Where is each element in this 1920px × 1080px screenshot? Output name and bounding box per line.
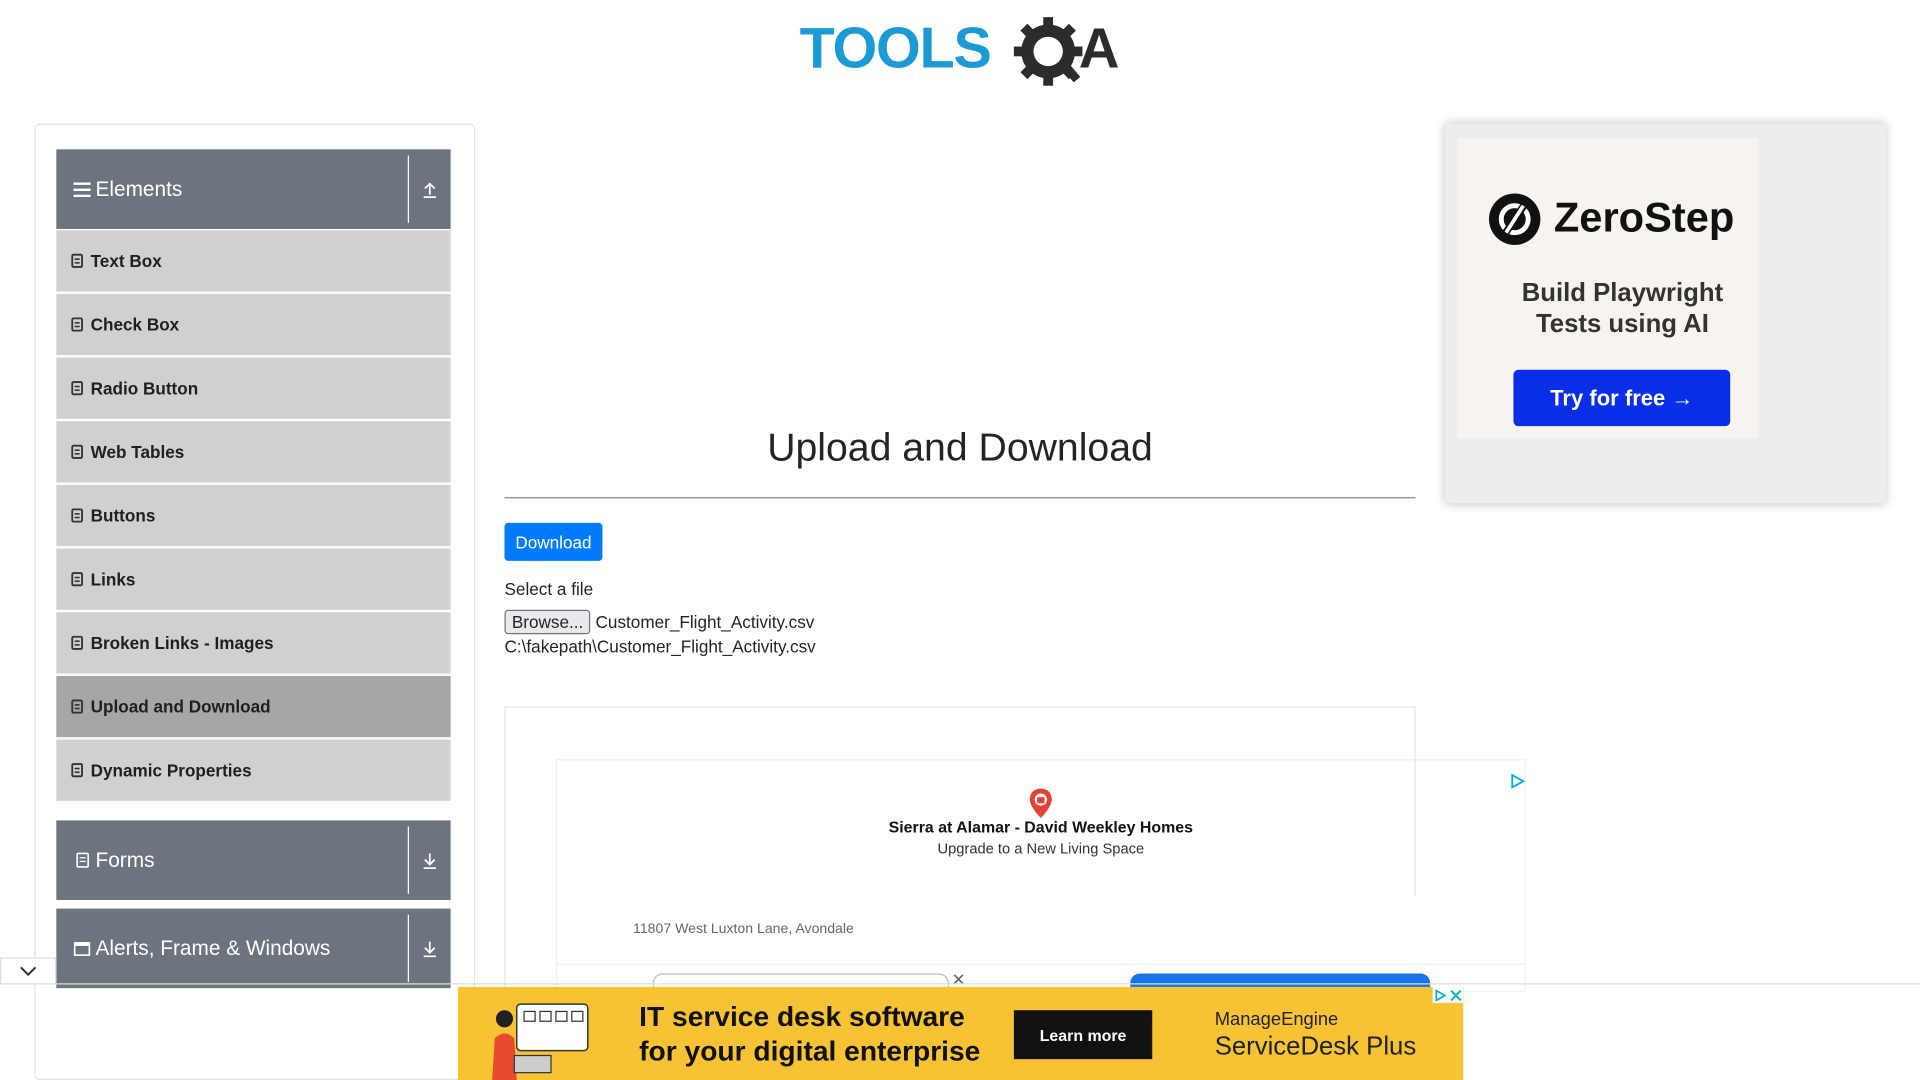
svg-text:A: A	[1079, 16, 1120, 79]
sidebar-item-text-box[interactable]: Text Box	[56, 230, 451, 293]
sidebar-item-label: Broken Links - Images	[90, 633, 274, 653]
sidebar-item-upload-and-download[interactable]: Upload and Download	[56, 675, 451, 739]
ad-close-controls[interactable]	[1432, 986, 1464, 1003]
item-icon	[71, 763, 83, 778]
ad-divider	[1414, 759, 1416, 897]
viewport: TOOLS A Elements Text Box Check Box Radi…	[0, 0, 1920, 1080]
item-icon	[71, 444, 83, 459]
sidebar-item-label: Dynamic Properties	[90, 760, 252, 781]
sidebar-item-radio-button[interactable]: Radio Button	[56, 357, 451, 421]
sidebar-item-buttons[interactable]: Buttons	[56, 484, 451, 548]
zerostep-logo-icon	[1488, 193, 1541, 245]
sidebar-item-label: Buttons	[90, 505, 156, 526]
close-icon[interactable]	[1449, 989, 1462, 1001]
file-input[interactable]: Browse... Customer_Flight_Activity.csv	[504, 609, 815, 635]
anchor-ad-divider	[0, 983, 1920, 985]
banner-line-2: for your digital enterprise	[639, 1034, 981, 1067]
sidebar-item-label: Web Tables	[90, 442, 185, 462]
sidebar-group-elements[interactable]: Elements	[56, 149, 451, 229]
item-icon	[71, 699, 83, 714]
banner-brand-line-1: ManageEngine	[1214, 1008, 1339, 1030]
servicedesk-banner-ad[interactable]: IT service desk software for your digita…	[457, 986, 1464, 1080]
item-icon	[71, 508, 83, 523]
learn-more-button[interactable]: Learn more	[1013, 1010, 1153, 1060]
sidebar-item-label: Text Box	[90, 251, 162, 271]
sidebar-item-label: Links	[90, 569, 136, 589]
title-divider	[504, 497, 1416, 499]
sidebar-item-check-box[interactable]: Check Box	[56, 293, 451, 357]
page-title: Upload and Download	[767, 424, 1153, 469]
sidebar-group-forms[interactable]: Forms	[56, 820, 451, 901]
download-button[interactable]: Download	[504, 522, 603, 561]
banner-line-1: IT service desk software	[639, 1000, 965, 1033]
zerostep-advertisement[interactable]: ZeroStep Build Playwright Tests using AI…	[1444, 123, 1886, 504]
svg-text:TOOLS: TOOLS	[800, 16, 991, 80]
sidebar-group-label: Forms	[95, 847, 155, 872]
try-for-free-button[interactable]: Try for free →	[1513, 369, 1731, 427]
sidebar-item-web-tables[interactable]: Web Tables	[56, 421, 451, 484]
banner-brand-line-2: ServiceDesk Plus	[1214, 1032, 1417, 1061]
sidebar-item-broken-links[interactable]: Broken Links - Images	[56, 612, 451, 675]
window-icon	[73, 940, 91, 957]
ad-headline[interactable]: Sierra at Alamar - David Weekley Homes	[796, 818, 1286, 836]
download-arrow-icon[interactable]	[407, 914, 451, 983]
item-icon	[71, 381, 83, 396]
sidebar-group-label: Alerts, Frame & Windows	[95, 936, 331, 960]
sidebar: Elements Text Box Check Box Radio Button…	[34, 123, 476, 1080]
collapse-ad-button[interactable]	[0, 957, 57, 985]
item-icon	[71, 253, 83, 268]
form-icon	[73, 852, 90, 869]
sidebar-item-label: Check Box	[90, 314, 180, 335]
ad-separator	[555, 963, 1526, 965]
map-pin-icon	[1029, 788, 1052, 818]
item-icon	[71, 635, 83, 651]
ad-tagline: Build Playwright Tests using AI	[1521, 279, 1724, 338]
selected-file-name: Customer_Flight_Activity.csv	[595, 612, 815, 632]
download-arrow-icon[interactable]	[407, 826, 451, 894]
uploaded-file-path: C:\fakepath\Customer_Flight_Activity.csv	[504, 636, 816, 657]
banner-headline: IT service desk software for your digita…	[639, 999, 980, 1068]
chevron-down-icon	[20, 966, 37, 977]
item-icon	[71, 572, 83, 587]
ad-card: ZeroStep Build Playwright Tests using AI…	[1457, 138, 1759, 439]
upload-arrow-icon[interactable]	[407, 155, 451, 223]
adchoices-icon[interactable]	[1434, 988, 1447, 1002]
ad-address: 11807 West Luxton Lane, Avondale	[633, 922, 854, 937]
ad-brand: ZeroStep	[1553, 194, 1735, 242]
sidebar-group-alerts[interactable]: Alerts, Frame & Windows	[56, 908, 451, 989]
adchoices-icon[interactable]	[1510, 773, 1525, 789]
sidebar-item-links[interactable]: Links	[56, 548, 451, 612]
item-icon	[71, 317, 83, 332]
browse-button[interactable]: Browse...	[504, 609, 591, 635]
select-file-label: Select a file	[504, 579, 594, 599]
menu-icon	[73, 181, 91, 198]
sidebar-item-label: Upload and Download	[90, 696, 271, 717]
ad-illustration	[492, 1003, 589, 1080]
sidebar-group-label: Elements	[95, 176, 183, 201]
sidebar-item-label: Radio Button	[90, 378, 199, 398]
toolsqa-logo[interactable]: TOOLS A	[800, 15, 1124, 91]
ad-subline: Upgrade to a New Living Space	[937, 840, 1145, 858]
sidebar-item-dynamic-properties[interactable]: Dynamic Properties	[56, 739, 451, 803]
